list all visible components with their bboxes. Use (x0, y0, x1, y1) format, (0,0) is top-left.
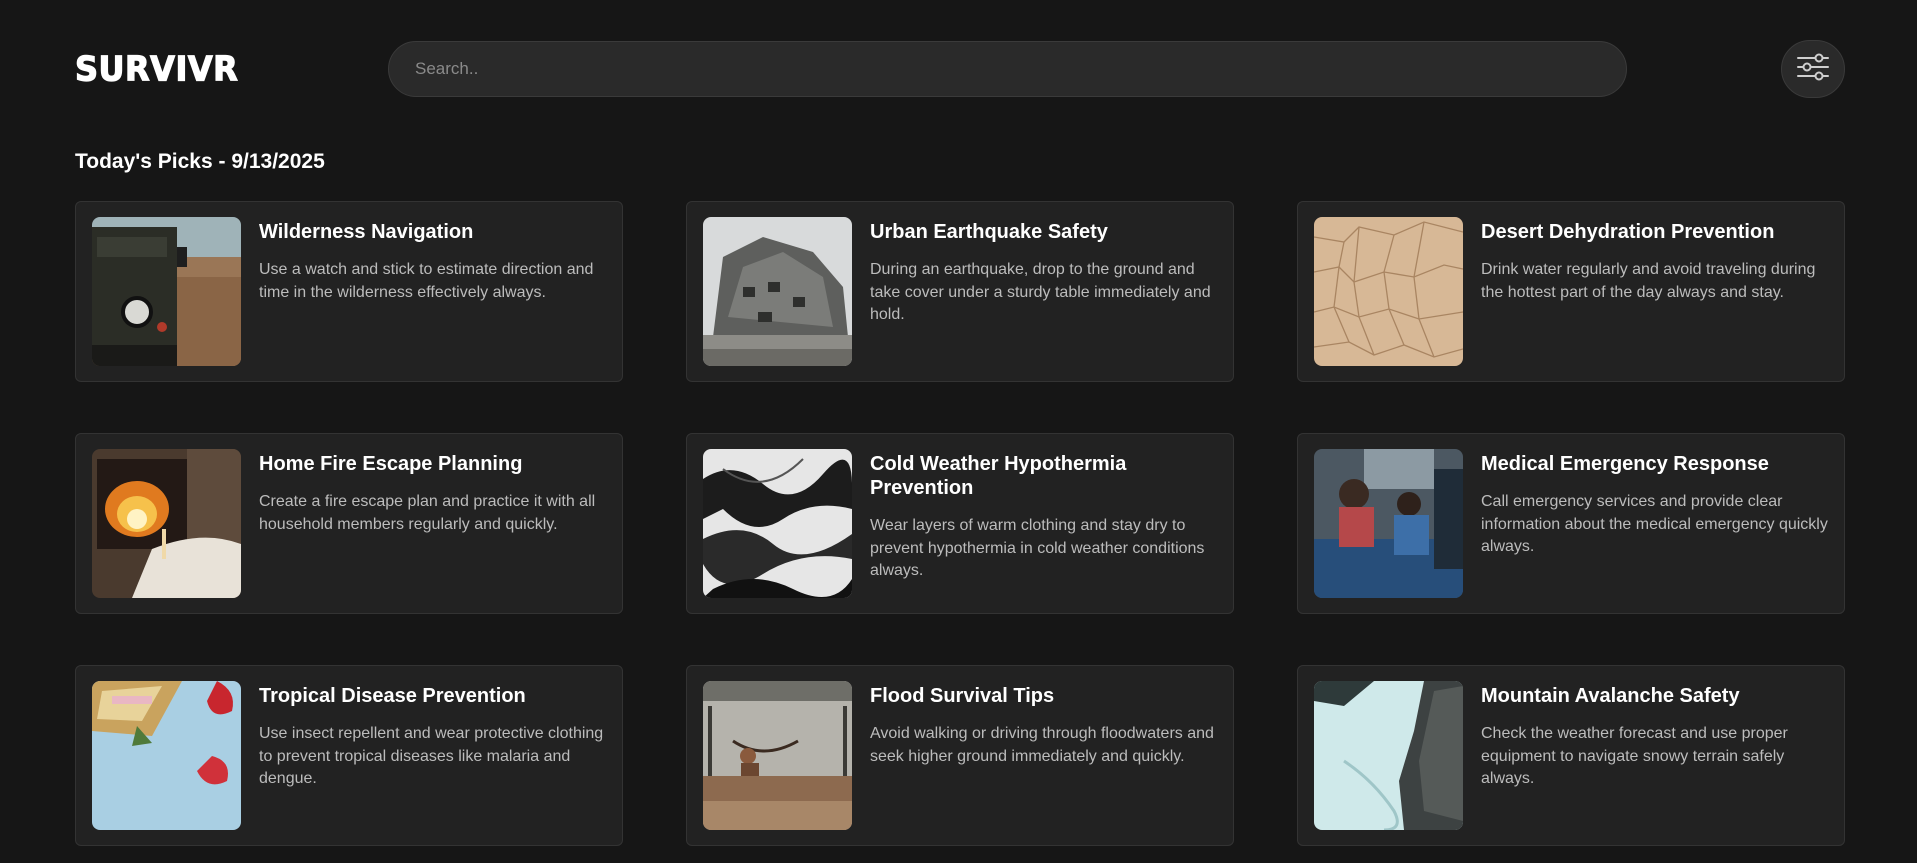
search-input[interactable] (415, 59, 1600, 79)
card-title: Desert Dehydration Prevention (1481, 221, 1775, 243)
tip-card[interactable]: Home Fire Escape Planning Create a fire … (75, 433, 623, 614)
snowy-mountain-image (1314, 681, 1463, 830)
tip-card[interactable]: Desert Dehydration Prevention Drink wate… (1297, 201, 1845, 382)
fireplace-image (92, 449, 241, 598)
tip-card[interactable]: Wilderness Navigation Use a watch and st… (75, 201, 623, 382)
app-logo[interactable]: SURVIVR (74, 48, 238, 89)
filter-button[interactable] (1781, 40, 1845, 98)
card-title: Wilderness Navigation (259, 221, 474, 243)
card-description: During an earthquake, drop to the ground… (870, 261, 1211, 323)
card-description: Create a fire escape plan and practice i… (259, 493, 596, 533)
card-description: Use insect repellent and wear protective… (259, 725, 604, 787)
card-title: Mountain Avalanche Safety (1481, 685, 1740, 707)
tip-card[interactable]: Cold Weather Hypothermia Prevention Wear… (686, 433, 1234, 614)
tip-card[interactable]: Mountain Avalanche Safety Check the weat… (1297, 665, 1845, 846)
card-description: Check the weather forecast and use prope… (1481, 725, 1788, 787)
card-title: Urban Earthquake Safety (870, 221, 1108, 243)
card-description: Drink water regularly and avoid travelin… (1481, 261, 1816, 301)
sliders-icon (1796, 52, 1830, 87)
tip-card[interactable]: Tropical Disease Prevention Use insect r… (75, 665, 623, 846)
card-description: Use a watch and stick to estimate direct… (259, 261, 594, 301)
search-bar[interactable] (388, 41, 1627, 97)
card-description: Call emergency services and provide clea… (1481, 493, 1828, 555)
tip-card[interactable]: Flood Survival Tips Avoid walking or dri… (686, 665, 1234, 846)
section-title: Today's Picks - 9/13/2025 (75, 150, 325, 173)
card-description: Wear layers of warm clothing and stay dr… (870, 517, 1205, 579)
header: SURVIVR (0, 0, 1917, 140)
card-title: Home Fire Escape Planning (259, 453, 523, 475)
ambulance-interior-image (1314, 449, 1463, 598)
jeep-in-desert-image (92, 217, 241, 366)
picks-grid: Wilderness Navigation Use a watch and st… (75, 201, 1845, 846)
cracked-earth-image (1314, 217, 1463, 366)
tropical-fruit-image (92, 681, 241, 830)
card-title: Cold Weather Hypothermia Prevention (870, 453, 1127, 499)
flooded-house-image (703, 681, 852, 830)
frozen-terrain-image (703, 449, 852, 598)
tip-card[interactable]: Urban Earthquake Safety During an earthq… (686, 201, 1234, 382)
card-title: Flood Survival Tips (870, 685, 1055, 707)
card-title: Tropical Disease Prevention (259, 685, 526, 707)
tip-card[interactable]: Medical Emergency Response Call emergenc… (1297, 433, 1845, 614)
card-title: Medical Emergency Response (1481, 453, 1769, 475)
collapsed-building-image (703, 217, 852, 366)
card-description: Avoid walking or driving through floodwa… (870, 725, 1214, 765)
